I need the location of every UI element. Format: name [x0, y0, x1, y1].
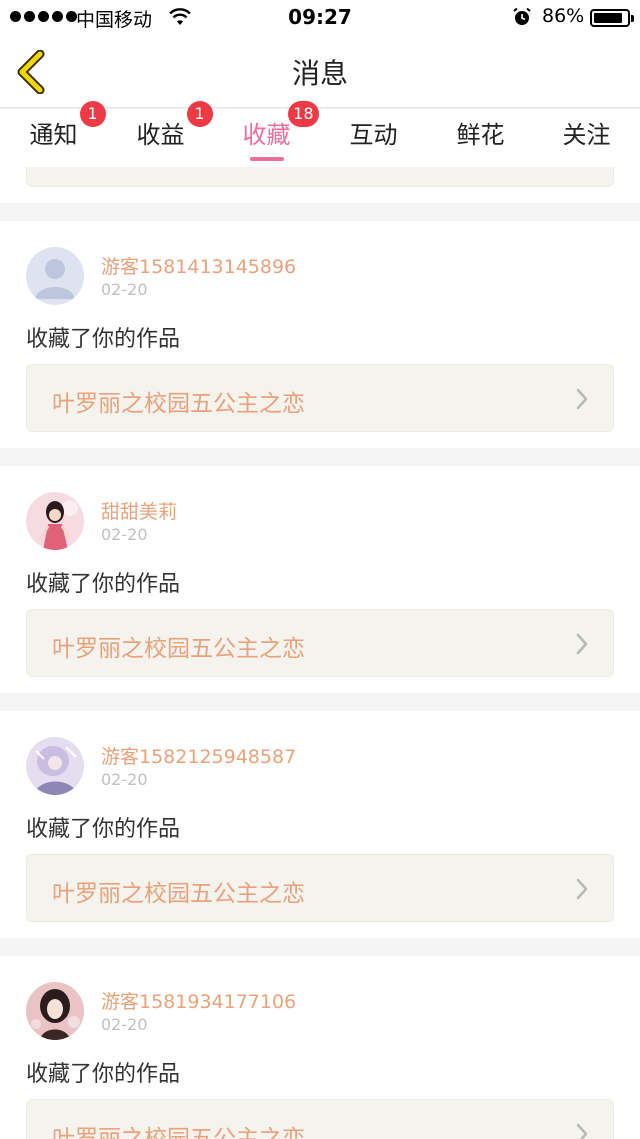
action-text: 收藏了你的作品	[26, 572, 181, 597]
tab-label: 收藏	[242, 121, 291, 149]
page-title: 消息	[291, 57, 348, 90]
timestamp: 02-20	[101, 1015, 148, 1034]
timestamp: 02-20	[101, 280, 148, 299]
tab-label: 通知	[29, 121, 78, 149]
list-item: 甜甜美莉 02-20 收藏了你的作品 叶罗丽之校园五公主之恋	[0, 466, 640, 693]
action-text: 收藏了你的作品	[26, 1062, 181, 1087]
tab-notifications[interactable]: 通知 1	[0, 101, 107, 165]
tab-label: 关注	[562, 121, 611, 149]
username[interactable]: 游客1581934177106	[101, 987, 296, 1014]
list-item: 游客1582125948587 02-20 收藏了你的作品 叶罗丽之校园五公主之…	[0, 711, 640, 938]
tab-earnings[interactable]: 收益 1	[107, 101, 214, 165]
work-title: 叶罗丽之校园五公主之恋	[52, 1126, 305, 1139]
message-list: 游客1581413145896 02-20 收藏了你的作品 叶罗丽之校园五公主之…	[0, 167, 640, 1139]
username[interactable]: 游客1581413145896	[101, 252, 296, 279]
timestamp: 02-20	[101, 770, 148, 789]
tab-flowers[interactable]: 鲜花	[427, 115, 534, 165]
tab-label: 互动	[349, 121, 398, 149]
tab-bar: 通知 1 收益 1 收藏 18 互动 鲜花 关注	[0, 101, 640, 167]
username[interactable]: 甜甜美莉	[101, 497, 177, 524]
tab-interactions[interactable]: 互动	[320, 115, 427, 165]
work-title: 叶罗丽之校园五公主之恋	[52, 391, 305, 417]
avatar[interactable]	[26, 737, 84, 795]
work-link[interactable]: 叶罗丽之校园五公主之恋	[26, 609, 614, 677]
alarm-icon	[513, 7, 531, 25]
username[interactable]: 游客1582125948587	[101, 742, 296, 769]
status-bar: 中国移动 09:27 86%	[0, 0, 640, 36]
battery-percent: 86%	[542, 5, 585, 27]
tab-favorites[interactable]: 收藏 18	[213, 101, 320, 165]
chevron-right-icon	[576, 878, 588, 900]
unread-badge: 1	[79, 101, 106, 127]
avatar[interactable]	[26, 982, 84, 1040]
work-link[interactable]: 叶罗丽之校园五公主之恋	[26, 364, 614, 432]
chevron-right-icon	[576, 1123, 588, 1139]
work-title: 叶罗丽之校园五公主之恋	[52, 881, 305, 907]
active-tab-indicator	[249, 157, 284, 161]
battery-icon	[590, 9, 634, 27]
chevron-right-icon	[576, 633, 588, 655]
nav-bar: 消息	[0, 36, 640, 108]
avatar[interactable]	[26, 492, 84, 550]
tab-following[interactable]: 关注	[533, 115, 640, 165]
tab-label: 鲜花	[456, 121, 505, 149]
work-link[interactable]: 叶罗丽之校园五公主之恋	[26, 854, 614, 922]
avatar[interactable]	[26, 247, 84, 305]
action-text: 收藏了你的作品	[26, 817, 181, 842]
unread-badge: 18	[288, 101, 319, 127]
work-title: 叶罗丽之校园五公主之恋	[52, 636, 305, 662]
action-text: 收藏了你的作品	[26, 327, 181, 352]
list-item-partial	[0, 167, 640, 203]
list-item: 游客1581413145896 02-20 收藏了你的作品 叶罗丽之校园五公主之…	[0, 221, 640, 448]
unread-badge: 1	[186, 101, 213, 127]
timestamp: 02-20	[101, 525, 148, 544]
chevron-right-icon	[576, 388, 588, 410]
tab-label: 收益	[136, 121, 185, 149]
list-item: 游客1581934177106 02-20 收藏了你的作品 叶罗丽之校园五公主之…	[0, 956, 640, 1139]
work-link[interactable]: 叶罗丽之校园五公主之恋	[26, 1099, 614, 1139]
